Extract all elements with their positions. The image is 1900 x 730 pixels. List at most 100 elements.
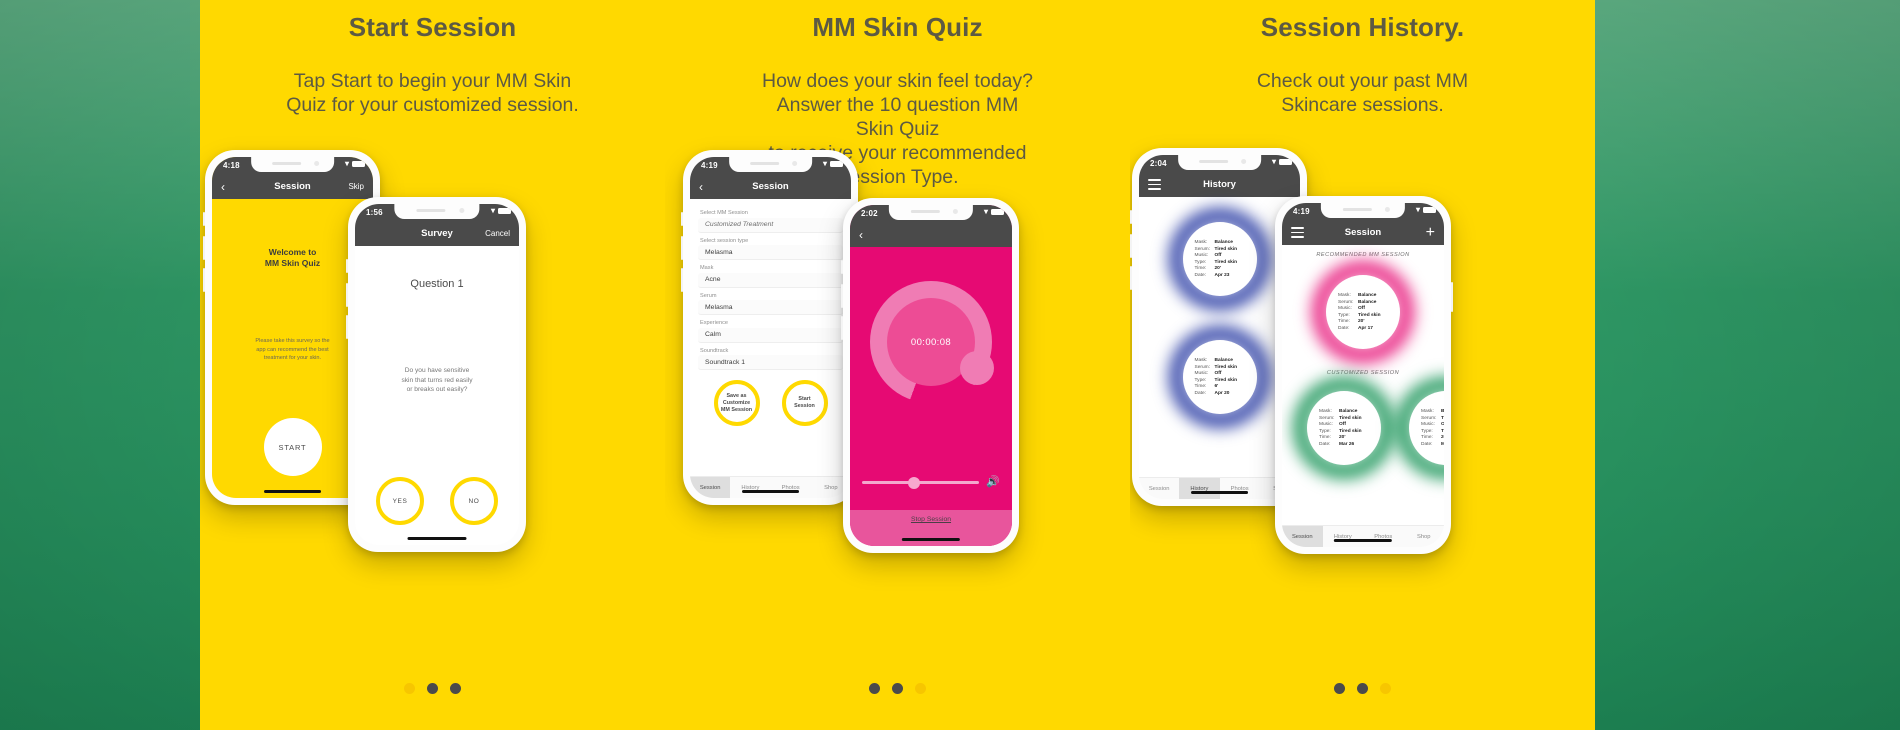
volume-thumb[interactable]: [907, 476, 920, 489]
stop-session-button[interactable]: Stop Session: [911, 516, 951, 523]
save-as-customize-button[interactable]: Save as Customize MM Session: [713, 380, 760, 426]
speaker-icon: [416, 209, 446, 212]
battery-icon: [352, 161, 365, 167]
no-button[interactable]: NO: [450, 477, 498, 525]
tab-photos[interactable]: Photos: [1220, 478, 1260, 499]
history-card[interactable]: Mask: Balance Serum: Tired skin Music: Off …: [1163, 203, 1276, 315]
back-icon[interactable]: ‹: [221, 180, 225, 194]
wifi-icon: ▾: [1271, 157, 1276, 166]
notch: [728, 157, 813, 172]
customized-session-card[interactable]: Mask:Balance Serum:Tired skin Music:Off …: [1390, 372, 1444, 484]
field-value: 20': [1441, 435, 1444, 441]
status-indicators: ▾: [984, 208, 1004, 216]
tab-history[interactable]: History: [1179, 478, 1220, 499]
session-progress-ring: 00:00:08: [870, 281, 994, 403]
home-indicator: [407, 536, 467, 540]
field-key: Time:: [1421, 435, 1433, 441]
pagination-dot[interactable]: [915, 683, 926, 694]
form-group: Serum Melasma: [698, 293, 843, 315]
field-value: Apr 23: [1214, 272, 1230, 278]
phone-mockup-session-form: 4:19 ▾ ‹ Session Select MM Session Custo…: [681, 150, 858, 505]
field-key: Serum:: [1194, 364, 1210, 370]
serum-input[interactable]: Melasma: [698, 300, 843, 315]
select-session-type-input[interactable]: Melasma: [698, 245, 843, 260]
pagination-dot[interactable]: [892, 683, 903, 694]
volume-slider[interactable]: 🔊: [862, 476, 1000, 489]
volume-track[interactable]: [862, 476, 980, 489]
panel-title: MM Skin Quiz: [812, 12, 983, 42]
mask-input[interactable]: Acne: [698, 272, 843, 288]
pagination-dot[interactable]: [869, 683, 880, 694]
experience-input[interactable]: Calm: [698, 327, 843, 343]
camera-icon: [792, 161, 798, 166]
pagination-dots: [200, 683, 665, 694]
pagination-dot[interactable]: [450, 683, 461, 694]
menu-icon[interactable]: [1291, 227, 1304, 238]
field-value: Off: [1339, 422, 1346, 428]
home-indicator: [1190, 490, 1249, 494]
panel-mm-skin-quiz: MM Skin Quiz How does your skin feel tod…: [665, 0, 1130, 730]
history-card[interactable]: Mask: Balance Serum: Tired skin Music: Off …: [1163, 321, 1276, 433]
status-bar: 4:19 ▾: [690, 157, 851, 174]
menu-icon[interactable]: [1148, 179, 1161, 190]
field-key: Music:: [1338, 306, 1352, 312]
pagination-dot[interactable]: [1334, 683, 1345, 694]
skip-button[interactable]: Skip: [348, 182, 364, 191]
form-group: Select MM Session Customized Treatment: [698, 210, 843, 233]
battery-icon: [1423, 207, 1436, 213]
speaker-icon: [1342, 208, 1372, 211]
status-time: 2:04: [1150, 159, 1167, 168]
field-value: Mar 20: [1441, 441, 1444, 447]
field-key: Date:: [1319, 441, 1331, 447]
soundtrack-input[interactable]: Soundtrack 1: [698, 355, 843, 370]
field-value: Apr 20: [1214, 390, 1230, 396]
speaker-icon: [750, 162, 779, 165]
field-value: Mar 26: [1339, 441, 1355, 447]
field-label: Experience: [700, 320, 728, 326]
yes-button[interactable]: YES: [376, 477, 424, 525]
back-icon[interactable]: ‹: [699, 180, 703, 194]
field-value: 6': [1214, 384, 1219, 390]
wifi-icon: ▾: [822, 159, 827, 168]
field-value: Tired skin: [1441, 428, 1444, 434]
start-session-button[interactable]: Start Session: [781, 380, 828, 426]
add-icon[interactable]: +: [1426, 224, 1435, 240]
tab-session[interactable]: Session: [690, 477, 731, 498]
tab-photos[interactable]: Photos: [1363, 526, 1404, 547]
tab-history[interactable]: History: [730, 477, 770, 498]
customized-session-card[interactable]: Mask:Balance Serum:Tired skin Music:Off …: [1288, 372, 1400, 484]
field-key: Serum:: [1421, 415, 1437, 421]
field-key: Time:: [1194, 266, 1207, 272]
tab-photos[interactable]: Photos: [771, 477, 811, 498]
field-key: Mask:: [1319, 409, 1332, 415]
field-label: Mask: [700, 265, 714, 271]
nav-title: Session: [274, 181, 311, 192]
wifi-icon: ▾: [344, 159, 349, 168]
tab-session[interactable]: Session: [1282, 526, 1323, 547]
pagination-dot[interactable]: [404, 683, 415, 694]
cancel-button[interactable]: Cancel: [485, 229, 510, 238]
home-indicator: [741, 489, 800, 493]
form-group: Mask Acne: [698, 265, 843, 288]
recommended-session-card[interactable]: Mask: Balance Serum: Balance Music: Off Typ…: [1307, 256, 1419, 368]
history-card-face: Mask: Balance Serum: Tired skin Music: Off …: [1182, 340, 1257, 414]
status-time: 2:02: [861, 209, 878, 218]
status-bar: 4:19 ▾: [1282, 203, 1444, 220]
tab-history[interactable]: History: [1323, 526, 1364, 547]
field-value: Tired skin: [1214, 377, 1238, 383]
field-key: Type:: [1194, 377, 1207, 383]
phone-mockup-survey: 1:56 ▾ Survey Cancel Question 1 Do you h…: [346, 197, 526, 552]
tab-shop[interactable]: Shop: [1404, 526, 1445, 547]
nav-title: Session: [1344, 227, 1382, 238]
field-value: 20': [1214, 266, 1221, 272]
select-mm-session-input[interactable]: Customized Treatment: [698, 217, 843, 233]
phone-screen: 4:19 ▾ Session + RECOMMENDED MM SESSION …: [1282, 203, 1444, 547]
pagination-dot[interactable]: [427, 683, 438, 694]
field-value: Balance: [1441, 409, 1444, 415]
pagination-dot[interactable]: [1380, 683, 1391, 694]
pagination-dot[interactable]: [1357, 683, 1368, 694]
tab-bar: Session History Photos Shop: [690, 476, 851, 498]
tab-session[interactable]: Session: [1139, 478, 1179, 499]
back-icon[interactable]: ‹: [859, 228, 863, 242]
start-button[interactable]: START: [263, 418, 322, 476]
